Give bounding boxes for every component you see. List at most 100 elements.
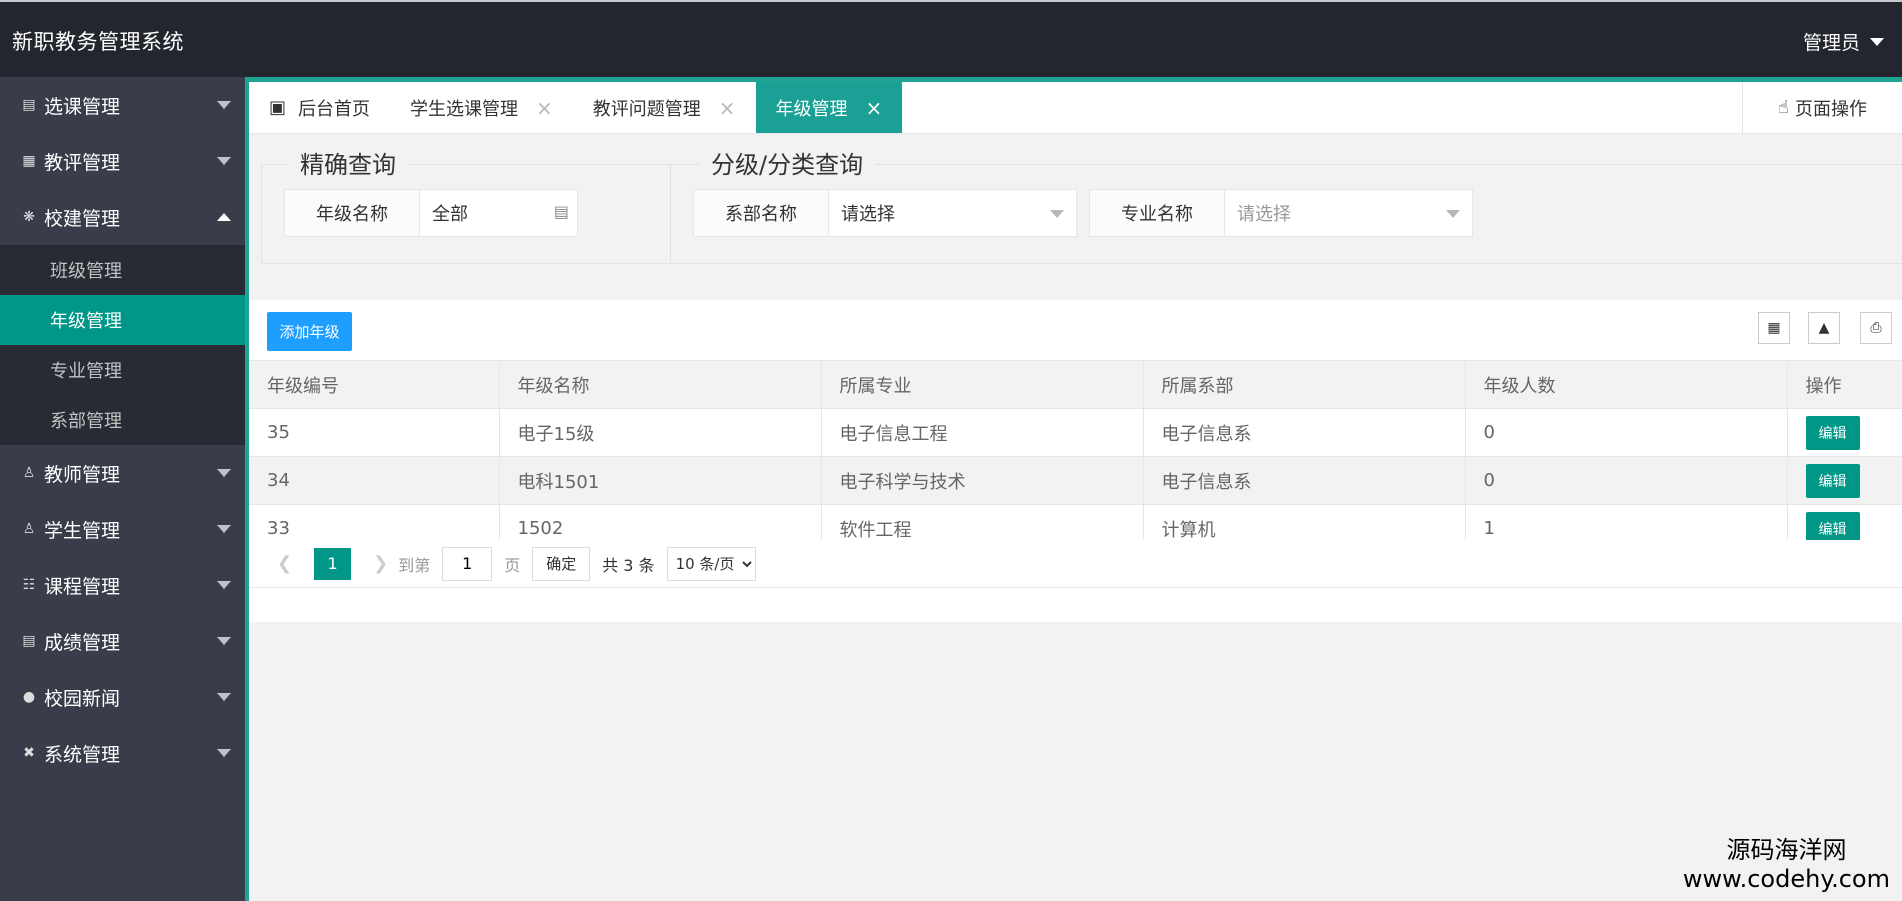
close-icon[interactable]: × bbox=[866, 96, 883, 120]
watermark: 源码海洋网 www.codehy.com bbox=[1683, 830, 1890, 893]
column-header[interactable]: 所属专业 bbox=[821, 360, 1144, 409]
document-icon: ▤ bbox=[22, 97, 36, 113]
add-grade-button[interactable]: 添加年级 bbox=[267, 312, 352, 351]
table-header-row: 年级编号 年级名称 所属专业 所属系部 年级人数 操作 bbox=[249, 360, 1902, 409]
sidebar-item-label: 校建管理 bbox=[44, 207, 121, 230]
grid-icon: ▦ bbox=[22, 153, 36, 169]
cell-actions: 编辑 bbox=[1787, 408, 1902, 457]
column-header[interactable]: 年级人数 bbox=[1465, 360, 1788, 409]
major-select[interactable]: 请选择 bbox=[1225, 190, 1472, 236]
build-icon: ❋ bbox=[23, 209, 35, 225]
sidebar-item-course[interactable]: ☷ 课程管理 bbox=[0, 557, 245, 613]
users-icon: ♙ bbox=[22, 465, 36, 481]
page-operations-button[interactable]: ☝ 页面操作 bbox=[1742, 82, 1902, 133]
cell-count: 0 bbox=[1465, 456, 1788, 505]
chevron-down-icon bbox=[217, 693, 231, 701]
tab-label: 教评问题管理 bbox=[592, 98, 701, 120]
chevron-down-icon bbox=[217, 581, 231, 589]
dept-label: 系部名称 bbox=[694, 190, 829, 236]
cell-dept: 电子信息系 bbox=[1143, 456, 1466, 505]
major-select-field: 专业名称 请选择 bbox=[1089, 189, 1473, 237]
watermark-line1: 源码海洋网 bbox=[1726, 836, 1847, 864]
sidebar-item-label: 教师管理 bbox=[44, 463, 121, 486]
dept-select[interactable]: 请选择 bbox=[829, 190, 1076, 236]
goto-confirm-button[interactable]: 确定 bbox=[532, 546, 591, 581]
chevron-down-icon bbox=[217, 637, 231, 645]
top-header: 新职教务管理系统 管理员 bbox=[0, 0, 1902, 77]
table-row: 35 电子15级 电子信息工程 电子信息系 0 编辑 bbox=[249, 408, 1902, 457]
sidebar-subitem-dept[interactable]: 系部管理 bbox=[0, 395, 245, 445]
category-query-fieldset: 分级/分类查询 系部名称 请选择 专业名称 请选择 bbox=[670, 145, 1902, 264]
tab-label: 学生选课管理 bbox=[410, 98, 519, 120]
chevron-down-icon bbox=[217, 749, 231, 757]
prev-page-icon[interactable]: ❮ bbox=[277, 553, 292, 574]
pagination: ❮ 1 ❯ 到第 页 确定 共 3 条 10 条/页 bbox=[249, 540, 1902, 588]
sidebar-item-course-selection[interactable]: ▤ 选课管理 bbox=[0, 77, 245, 133]
sidebar-item-label: 成绩管理 bbox=[44, 631, 121, 654]
clipboard-icon: ▤ bbox=[22, 633, 36, 649]
sidebar-item-system[interactable]: ✖ 系统管理 bbox=[0, 725, 245, 781]
chevron-down-icon bbox=[217, 469, 231, 477]
app-title: 新职教务管理系统 bbox=[12, 30, 184, 54]
chevron-down-icon bbox=[1870, 37, 1884, 46]
user-menu[interactable]: 管理员 bbox=[1803, 28, 1884, 55]
grade-name-input[interactable]: 全部 ▤ bbox=[420, 190, 577, 236]
category-query-legend: 分级/分类查询 bbox=[699, 145, 876, 180]
sidebar-item-score[interactable]: ▤ 成绩管理 bbox=[0, 613, 245, 669]
sidebar-item-news[interactable]: ● 校园新闻 bbox=[0, 669, 245, 725]
close-icon[interactable]: × bbox=[536, 96, 553, 120]
user-name: 管理员 bbox=[1802, 32, 1860, 54]
sidebar-submenu: 班级管理 年级管理 专业管理 系部管理 bbox=[0, 245, 245, 445]
grade-table: 年级编号 年级名称 所属专业 所属系部 年级人数 操作 35 电子15级 电子信… bbox=[249, 360, 1902, 553]
sidebar-subitem-major[interactable]: 专业管理 bbox=[0, 345, 245, 395]
sidebar-item-teacher[interactable]: ♙ 教师管理 bbox=[0, 445, 245, 501]
clipboard-icon: ▤ bbox=[553, 202, 569, 221]
cell-grade-id: 35 bbox=[249, 408, 500, 457]
goto-label: 到第 bbox=[398, 555, 431, 575]
sidebar-item-school-build[interactable]: ❋ 校建管理 bbox=[0, 189, 245, 245]
exact-query-fieldset: 精确查询 年级名称 全部 ▤ bbox=[261, 145, 671, 264]
sidebar-subitem-grade[interactable]: 年级管理 bbox=[0, 295, 245, 345]
column-header[interactable]: 所属系部 bbox=[1143, 360, 1466, 409]
hand-pointer-icon: ☝ bbox=[1778, 97, 1789, 118]
page-size-select[interactable]: 10 条/页 bbox=[666, 546, 756, 581]
next-page-icon[interactable]: ❯ bbox=[373, 553, 388, 574]
cell-grade-name: 电子15级 bbox=[499, 408, 822, 457]
sidebar-item-label: 校园新闻 bbox=[44, 687, 121, 710]
chat-icon: ● bbox=[22, 689, 36, 705]
sidebar-item-student[interactable]: ♙ 学生管理 bbox=[0, 501, 245, 557]
column-header[interactable]: 年级编号 bbox=[249, 360, 500, 409]
edit-button[interactable]: 编辑 bbox=[1805, 415, 1860, 450]
sidebar-subitem-class[interactable]: 班级管理 bbox=[0, 245, 245, 295]
columns-filter-icon[interactable]: ▦ bbox=[1758, 312, 1790, 344]
chevron-up-icon bbox=[217, 213, 231, 221]
sidebar-item-teaching-eval[interactable]: ▦ 教评管理 bbox=[0, 133, 245, 189]
tab-grade-management[interactable]: 年级管理 × bbox=[755, 82, 903, 133]
cell-grade-name: 电科1501 bbox=[499, 456, 822, 505]
cell-grade-id: 34 bbox=[249, 456, 500, 505]
tools-icon: ✖ bbox=[23, 745, 35, 761]
column-header[interactable]: 年级名称 bbox=[499, 360, 822, 409]
print-icon[interactable]: ⎙ bbox=[1860, 312, 1892, 344]
sidebar-item-label: 学生管理 bbox=[44, 519, 121, 542]
tab-eval-questions[interactable]: 教评问题管理 × bbox=[573, 82, 756, 133]
book-icon: ☷ bbox=[22, 577, 36, 593]
page-number-current[interactable]: 1 bbox=[314, 547, 352, 580]
grade-name-field: 年级名称 全部 ▤ bbox=[284, 189, 578, 237]
tab-home[interactable]: ▣ 后台首页 bbox=[249, 82, 390, 133]
table-row: 34 电科1501 电子科学与技术 电子信息系 0 编辑 bbox=[249, 456, 1902, 505]
monitor-icon: ▣ bbox=[269, 97, 287, 118]
goto-page-input[interactable] bbox=[442, 546, 493, 581]
edit-button[interactable]: 编辑 bbox=[1805, 463, 1860, 498]
total-count: 共 3 条 bbox=[602, 555, 655, 575]
export-icon[interactable]: ▲ bbox=[1808, 312, 1840, 344]
chevron-down-icon bbox=[1446, 210, 1460, 218]
dept-select-field: 系部名称 请选择 bbox=[693, 189, 1077, 237]
tab-student-selection[interactable]: 学生选课管理 × bbox=[390, 82, 573, 133]
users-icon: ♙ bbox=[22, 521, 36, 537]
main-content: ▣ 后台首页 学生选课管理 × 教评问题管理 × 年级管理 × ☝ 页面操作 精… bbox=[245, 77, 1902, 901]
column-header: 操作 bbox=[1787, 360, 1902, 409]
dept-value: 请选择 bbox=[841, 204, 895, 225]
close-icon[interactable]: × bbox=[719, 96, 736, 120]
chevron-down-icon bbox=[217, 157, 231, 165]
